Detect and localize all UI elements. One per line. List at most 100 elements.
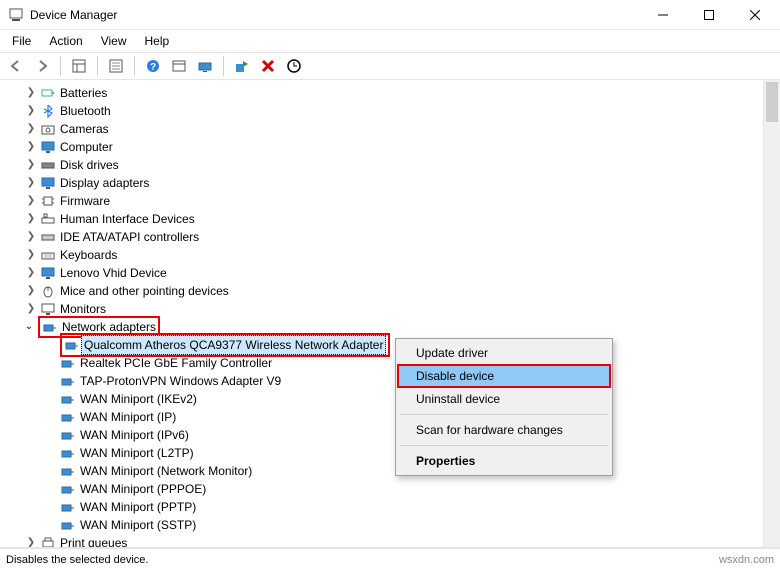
tree-node-computer[interactable]: ❯Computer <box>0 138 780 156</box>
network-adapter-icon <box>60 481 76 497</box>
scan-hardware-button[interactable] <box>282 54 306 78</box>
tree-node-wan-ikev2[interactable]: WAN Miniport (IKEv2) <box>0 390 780 408</box>
menubar: File Action View Help <box>0 30 780 52</box>
tree-node-tap-protonvpn[interactable]: TAP-ProtonVPN Windows Adapter V9 <box>0 372 780 390</box>
chevron-right-icon[interactable]: ❯ <box>24 158 38 172</box>
uninstall-button[interactable] <box>256 54 280 78</box>
tree-node-batteries[interactable]: ❯Batteries <box>0 84 780 102</box>
hid-icon <box>40 211 56 227</box>
help-button[interactable]: ? <box>141 54 165 78</box>
monitor-icon <box>40 301 56 317</box>
tree-node-print-queues[interactable]: ❯Print queues <box>0 534 780 547</box>
tree-node-wan-pppoe[interactable]: WAN Miniport (PPPOE) <box>0 480 780 498</box>
network-adapter-icon <box>60 499 76 515</box>
network-adapter-icon <box>60 463 76 479</box>
toolbar-separator <box>60 56 61 76</box>
monitor-icon <box>40 265 56 281</box>
toolbar: ? <box>0 52 780 80</box>
keyboard-icon <box>40 247 56 263</box>
maximize-button[interactable] <box>686 0 732 30</box>
menu-scan-hardware[interactable]: Scan for hardware changes <box>398 418 610 442</box>
enable-button[interactable] <box>230 54 254 78</box>
tree-node-wan-ipv6[interactable]: WAN Miniport (IPv6) <box>0 426 780 444</box>
menu-action[interactable]: Action <box>41 32 90 50</box>
tree-node-disk-drives[interactable]: ❯Disk drives <box>0 156 780 174</box>
chevron-right-icon[interactable]: ❯ <box>24 266 38 280</box>
toolbar-separator <box>134 56 135 76</box>
vertical-scrollbar[interactable] <box>763 80 780 547</box>
menu-help[interactable]: Help <box>137 32 178 50</box>
tree-node-wan-sstp[interactable]: WAN Miniport (SSTP) <box>0 516 780 534</box>
chevron-right-icon[interactable]: ❯ <box>24 122 38 136</box>
tree-node-wan-netmon[interactable]: WAN Miniport (Network Monitor) <box>0 462 780 480</box>
toolbar-separator <box>97 56 98 76</box>
bluetooth-icon <box>40 103 56 119</box>
network-adapter-icon <box>64 337 80 353</box>
chevron-right-icon[interactable]: ❯ <box>24 248 38 262</box>
tree-node-keyboards[interactable]: ❯Keyboards <box>0 246 780 264</box>
network-adapter-icon <box>60 427 76 443</box>
network-adapter-icon <box>60 355 76 371</box>
tree-node-hid[interactable]: ❯Human Interface Devices <box>0 210 780 228</box>
network-adapter-icon <box>60 445 76 461</box>
tree-node-mice[interactable]: ❯Mice and other pointing devices <box>0 282 780 300</box>
chevron-right-icon[interactable]: ❯ <box>24 284 38 298</box>
menu-uninstall-device[interactable]: Uninstall device <box>398 387 610 411</box>
chevron-right-icon[interactable]: ❯ <box>24 230 38 244</box>
device-tree[interactable]: ❯Batteries ❯Bluetooth ❯Cameras ❯Computer… <box>0 80 780 547</box>
device-tree-container: ❯Batteries ❯Bluetooth ❯Cameras ❯Computer… <box>0 80 780 548</box>
menu-separator <box>400 414 608 415</box>
menu-view[interactable]: View <box>93 32 135 50</box>
chevron-down-icon[interactable]: ⌄ <box>22 320 36 334</box>
context-menu: Update driver Disable device Uninstall d… <box>395 338 613 476</box>
properties-button[interactable] <box>104 54 128 78</box>
menu-file[interactable]: File <box>4 32 39 50</box>
chevron-right-icon[interactable]: ❯ <box>24 86 38 100</box>
menu-properties[interactable]: Properties <box>398 449 610 473</box>
tree-node-wan-ip[interactable]: WAN Miniport (IP) <box>0 408 780 426</box>
minimize-button[interactable] <box>640 0 686 30</box>
close-button[interactable] <box>732 0 778 30</box>
back-button[interactable] <box>4 54 28 78</box>
camera-icon <box>40 121 56 137</box>
titlebar: Device Manager <box>0 0 780 30</box>
svg-text:?: ? <box>150 62 156 73</box>
printer-icon <box>40 535 56 547</box>
chevron-right-icon[interactable]: ❯ <box>24 194 38 208</box>
chevron-right-icon[interactable]: ❯ <box>24 212 38 226</box>
menu-update-driver[interactable]: Update driver <box>398 341 610 365</box>
tree-node-ide[interactable]: ❯IDE ATA/ATAPI controllers <box>0 228 780 246</box>
forward-button[interactable] <box>30 54 54 78</box>
menu-disable-device[interactable]: Disable device <box>397 364 611 388</box>
tree-node-display-adapters[interactable]: ❯Display adapters <box>0 174 780 192</box>
network-adapter-icon <box>60 517 76 533</box>
tree-node-lenovo-vhid[interactable]: ❯Lenovo Vhid Device <box>0 264 780 282</box>
chevron-right-icon[interactable]: ❯ <box>24 140 38 154</box>
statusbar: Disables the selected device. wsxdn.com <box>0 548 780 570</box>
tree-node-bluetooth[interactable]: ❯Bluetooth <box>0 102 780 120</box>
chevron-right-icon[interactable]: ❯ <box>24 302 38 316</box>
monitor-icon <box>40 175 56 191</box>
update-driver-button[interactable] <box>193 54 217 78</box>
tree-node-firmware[interactable]: ❯Firmware <box>0 192 780 210</box>
chevron-right-icon[interactable]: ❯ <box>24 176 38 190</box>
tree-node-wan-pptp[interactable]: WAN Miniport (PPTP) <box>0 498 780 516</box>
scrollbar-thumb[interactable] <box>766 82 778 122</box>
network-adapter-icon <box>60 373 76 389</box>
tree-node-qualcomm-adapter[interactable]: Qualcomm Atheros QCA9377 Wireless Networ… <box>0 336 780 354</box>
network-adapter-icon <box>60 409 76 425</box>
tree-node-cameras[interactable]: ❯Cameras <box>0 120 780 138</box>
app-icon <box>8 7 24 23</box>
drive-icon <box>40 229 56 245</box>
show-hide-tree-button[interactable] <box>67 54 91 78</box>
network-adapter-icon <box>42 319 58 335</box>
chevron-right-icon[interactable]: ❯ <box>24 536 38 547</box>
status-text: Disables the selected device. <box>6 554 148 566</box>
toolbar-separator <box>223 56 224 76</box>
view-button[interactable] <box>167 54 191 78</box>
disk-icon <box>40 157 56 173</box>
network-adapter-icon <box>60 391 76 407</box>
tree-node-wan-l2tp[interactable]: WAN Miniport (L2TP) <box>0 444 780 462</box>
chevron-right-icon[interactable]: ❯ <box>24 104 38 118</box>
window-title: Device Manager <box>30 8 640 22</box>
